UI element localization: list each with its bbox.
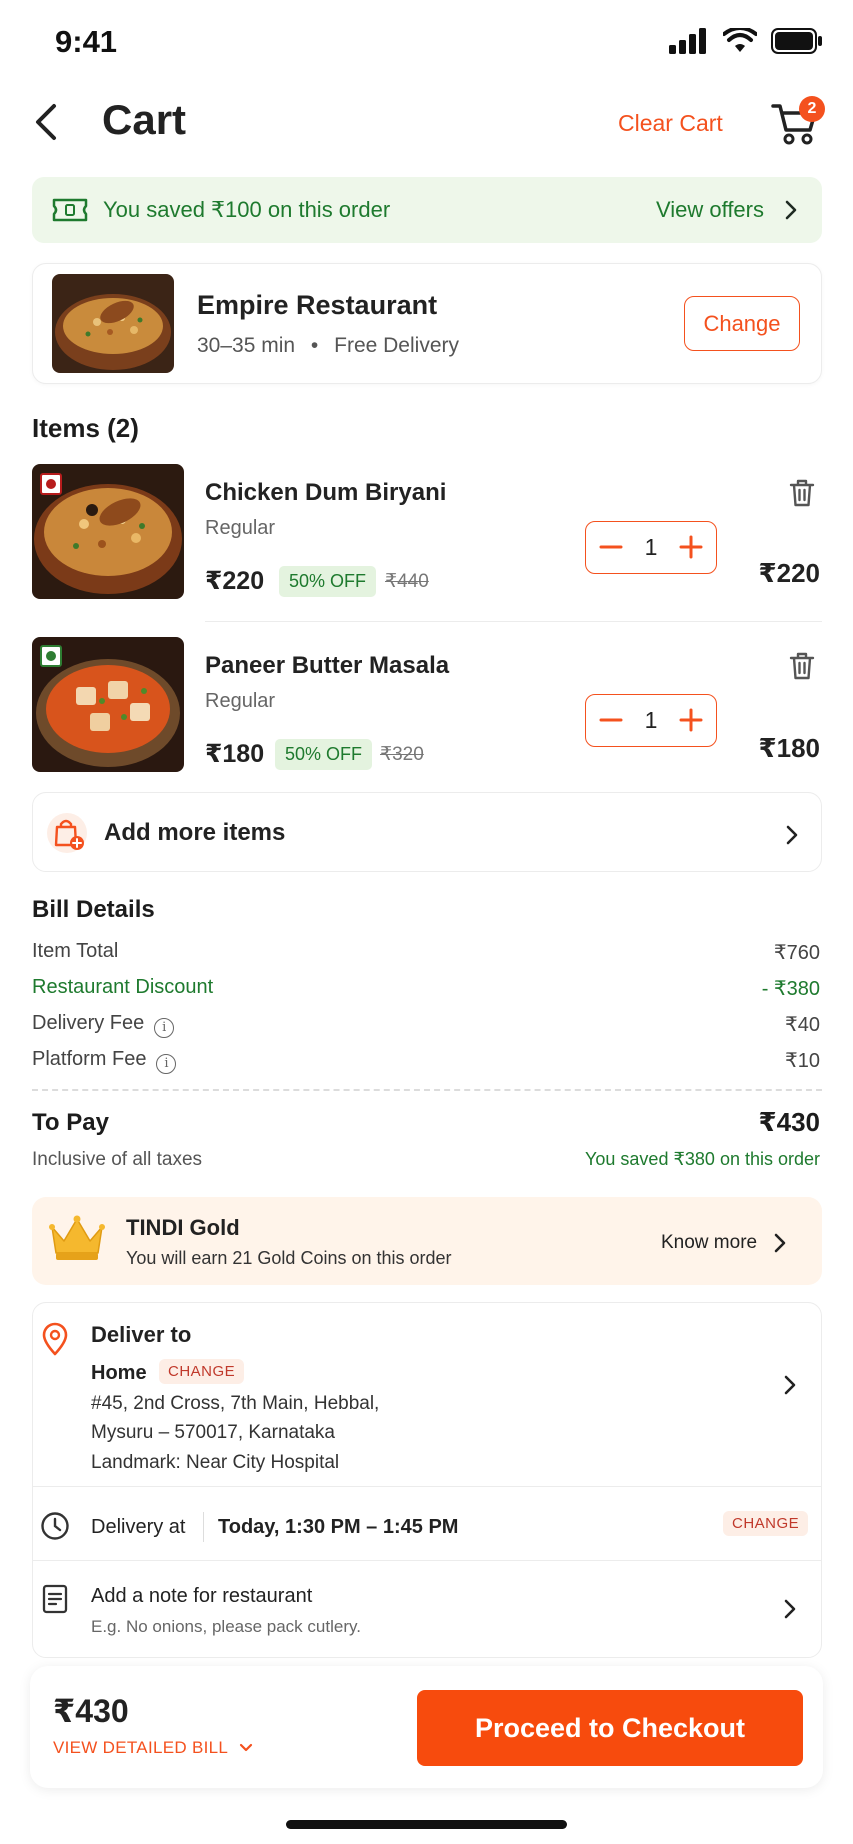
clock-icon bbox=[41, 1512, 69, 1540]
page-title: Cart bbox=[102, 96, 187, 143]
delivery-divider bbox=[32, 1560, 822, 1561]
plus-icon[interactable] bbox=[678, 534, 704, 560]
plus-icon[interactable] bbox=[678, 707, 704, 733]
bill-details-title: Bill Details bbox=[32, 896, 155, 923]
address-label: Home bbox=[91, 1362, 147, 1384]
info-icon[interactable]: i bbox=[154, 1018, 175, 1038]
view-offers-link[interactable]: View offers bbox=[656, 197, 764, 223]
item-variant: Regular bbox=[205, 690, 276, 712]
bill-label-delivery-fee: Delivery Fee bbox=[32, 1012, 145, 1034]
chevron-right-icon bbox=[786, 825, 798, 845]
item-price: ₹220 bbox=[205, 567, 265, 595]
bill-divider bbox=[32, 1089, 822, 1091]
wifi-icon bbox=[723, 28, 757, 52]
view-detailed-bill-link[interactable]: VIEW DETAILED BILL bbox=[53, 1738, 253, 1758]
gold-subtitle: You will earn 21 Gold Coins on this orde… bbox=[126, 1248, 452, 1268]
change-address-button[interactable]: CHANGE bbox=[159, 1359, 245, 1384]
discount-badge: 50% OFF bbox=[279, 566, 377, 597]
item-name: Paneer Butter Masala bbox=[205, 652, 450, 679]
coupon-icon bbox=[52, 198, 88, 222]
info-icon[interactable]: i bbox=[156, 1054, 177, 1074]
discount-badge: 50% OFF bbox=[275, 739, 373, 770]
savings-text: You saved ₹100 on this order bbox=[103, 197, 391, 222]
item-total: ₹220 bbox=[758, 558, 820, 588]
know-more-link[interactable]: Know more bbox=[661, 1232, 757, 1254]
note-placeholder: E.g. No onions, please pack cutlery. bbox=[91, 1617, 361, 1636]
delivery-time-label: Delivery at bbox=[91, 1516, 186, 1538]
items-title: Items (2) bbox=[32, 413, 139, 443]
delivery-eta: 30–35 min bbox=[197, 334, 296, 357]
proceed-to-checkout-button[interactable]: Proceed to Checkout bbox=[417, 1690, 803, 1766]
view-detailed-bill-label: VIEW DETAILED BILL bbox=[53, 1738, 228, 1757]
quantity-stepper[interactable]: 1 bbox=[585, 694, 717, 747]
trash-icon bbox=[789, 652, 815, 680]
status-time: 9:41 bbox=[55, 24, 118, 59]
add-bag-icon bbox=[47, 813, 87, 853]
change-restaurant-button[interactable]: Change bbox=[684, 296, 800, 351]
chevron-right-icon[interactable] bbox=[783, 1374, 797, 1396]
signal-icon bbox=[669, 28, 706, 54]
restaurant-meta: 30–35 min • Free Delivery bbox=[197, 334, 459, 358]
delivery-time-value: Today, 1:30 PM – 1:45 PM bbox=[218, 1516, 459, 1538]
battery-icon bbox=[771, 28, 822, 54]
chevron-right-icon bbox=[774, 1233, 786, 1253]
change-time-button[interactable]: CHANGE bbox=[723, 1511, 809, 1536]
item-price: ₹180 bbox=[205, 740, 265, 768]
bill-value-item-total: ₹760 bbox=[773, 942, 820, 964]
bill-label-item-total: Item Total bbox=[32, 940, 119, 962]
add-more-label: Add more items bbox=[104, 819, 286, 846]
bill-value-delivery-fee: ₹40 bbox=[785, 1014, 820, 1036]
veg-indicator-icon bbox=[40, 645, 62, 667]
item-total: ₹180 bbox=[758, 733, 820, 763]
delivery-fee-note: Free Delivery bbox=[334, 334, 459, 357]
to-pay-value: ₹430 bbox=[758, 1107, 820, 1137]
taxes-note: Inclusive of all taxes bbox=[32, 1149, 203, 1170]
item-variant: Regular bbox=[205, 517, 276, 539]
back-button[interactable] bbox=[30, 100, 66, 144]
back-arrow-icon bbox=[36, 104, 56, 140]
bill-value-platform-fee: ₹10 bbox=[785, 1050, 820, 1072]
bottom-total: ₹430 bbox=[53, 1693, 129, 1729]
saved-note: You saved ₹380 on this order bbox=[585, 1149, 820, 1169]
restaurant-image bbox=[52, 274, 174, 373]
note-title[interactable]: Add a note for restaurant bbox=[91, 1585, 312, 1608]
status-icons bbox=[669, 28, 823, 54]
quantity-stepper[interactable]: 1 bbox=[585, 521, 717, 574]
to-pay-label: To Pay bbox=[32, 1109, 109, 1136]
restaurant-name: Empire Restaurant bbox=[197, 290, 438, 320]
meta-separator: • bbox=[310, 334, 319, 357]
delete-item-button[interactable] bbox=[788, 651, 816, 686]
bill-row-delivery-fee: Delivery Fee i bbox=[32, 1012, 175, 1038]
gold-title: TINDI Gold bbox=[126, 1215, 240, 1240]
address-line-2: Mysuru – 570017, Karnataka bbox=[91, 1422, 335, 1443]
non-veg-indicator-icon bbox=[40, 473, 62, 495]
deliver-to-title: Deliver to bbox=[91, 1322, 192, 1347]
clear-cart-button[interactable]: Clear Cart bbox=[618, 110, 723, 137]
crown-icon bbox=[49, 1215, 105, 1260]
original-price: ₹320 bbox=[380, 744, 424, 765]
address-landmark: Landmark: Near City Hospital bbox=[91, 1452, 340, 1473]
add-more-items-button[interactable]: Add more items bbox=[32, 792, 822, 872]
time-separator bbox=[203, 1512, 204, 1542]
item-name: Chicken Dum Biryani bbox=[205, 479, 447, 506]
bill-label-discount: Restaurant Discount bbox=[32, 976, 214, 998]
address-line-1: #45, 2nd Cross, 7th Main, Hebbal, bbox=[91, 1393, 380, 1414]
delete-item-button[interactable] bbox=[788, 478, 816, 513]
delivery-divider bbox=[32, 1486, 822, 1487]
savings-banner[interactable]: You saved ₹100 on this order View offers bbox=[32, 177, 822, 243]
note-icon bbox=[42, 1584, 68, 1614]
bill-value-discount: - ₹380 bbox=[761, 978, 820, 1000]
cart-count-badge: 2 bbox=[799, 96, 825, 122]
chevron-down-icon bbox=[239, 1743, 252, 1752]
chevron-right-icon[interactable] bbox=[783, 1598, 797, 1620]
item-divider bbox=[205, 621, 822, 622]
original-price: ₹440 bbox=[385, 571, 429, 592]
bill-row-platform-fee: Platform Fee i bbox=[32, 1048, 177, 1074]
home-indicator bbox=[286, 1820, 567, 1829]
bill-label-platform-fee: Platform Fee bbox=[32, 1048, 147, 1070]
location-pin-icon bbox=[42, 1322, 68, 1356]
chevron-right-icon bbox=[785, 200, 797, 220]
trash-icon bbox=[789, 479, 815, 507]
